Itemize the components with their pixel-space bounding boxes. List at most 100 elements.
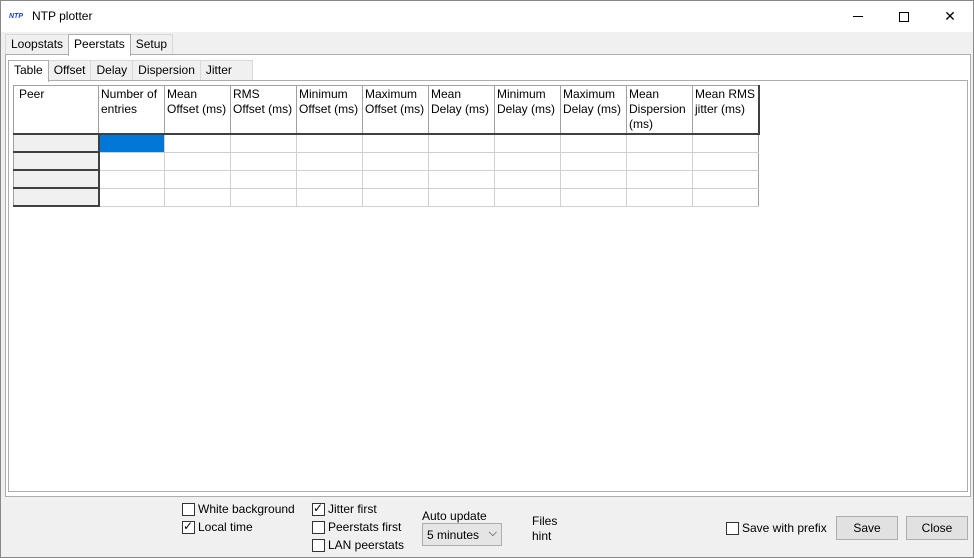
table-row <box>13 133 759 153</box>
table-cell[interactable] <box>494 169 561 189</box>
row-header[interactable] <box>13 151 100 171</box>
table-cell[interactable] <box>98 151 165 171</box>
table-cell[interactable] <box>626 169 693 189</box>
tab-peerstats[interactable]: Peerstats <box>68 34 131 56</box>
column-header-minimum-delay[interactable]: Minimum Delay (ms) <box>494 85 561 135</box>
column-header-rms-offset[interactable]: RMS Offset (ms) <box>230 85 297 135</box>
minimize-button[interactable] <box>835 1 881 32</box>
table-cell[interactable] <box>494 187 561 207</box>
inner-tab-strip: Table Offset Delay Dispersion Jitter <box>8 60 253 82</box>
row-header[interactable] <box>13 133 100 153</box>
column-header-mean-delay[interactable]: Mean Delay (ms) <box>428 85 495 135</box>
table-cell[interactable] <box>626 133 693 153</box>
table-cell[interactable] <box>230 151 297 171</box>
table-cell[interactable] <box>626 151 693 171</box>
table-cell[interactable] <box>560 169 627 189</box>
checkbox-icon <box>312 538 325 552</box>
row-header[interactable] <box>13 169 100 189</box>
table-cell[interactable] <box>164 133 231 153</box>
checkbox-icon <box>312 520 325 534</box>
table-cell[interactable] <box>494 151 561 171</box>
table-cell[interactable] <box>98 187 165 207</box>
table-cell[interactable] <box>296 187 363 207</box>
table-cell[interactable] <box>692 133 759 153</box>
lan-peerstats-checkbox[interactable]: LAN peerstats <box>312 537 404 553</box>
minimize-icon <box>853 16 863 17</box>
table-cell[interactable] <box>362 151 429 171</box>
table-cell[interactable] <box>560 187 627 207</box>
title-bar[interactable]: NTP NTP plotter ✕ <box>1 1 973 32</box>
table-cell[interactable] <box>296 133 363 153</box>
table-cell[interactable] <box>494 133 561 153</box>
column-header-maximum-delay[interactable]: Maximum Delay (ms) <box>560 85 627 135</box>
auto-update-value: 5 minutes <box>427 527 480 542</box>
column-header-mean-rms-jitter[interactable]: Mean RMS jitter (ms) <box>692 85 760 135</box>
table-cell[interactable] <box>692 187 759 207</box>
save-with-prefix-checkbox[interactable]: Save with prefix <box>726 520 827 536</box>
table-cell[interactable] <box>428 187 495 207</box>
auto-update-label: Auto update <box>422 509 487 523</box>
table-cell[interactable] <box>296 169 363 189</box>
tab-loopstats[interactable]: Loopstats <box>5 34 70 55</box>
table-cell[interactable] <box>692 169 759 189</box>
peerstats-panel: Table Offset Delay Dispersion Jitter Pee… <box>5 54 971 497</box>
table-cell[interactable] <box>230 133 297 153</box>
peer-stats-table: Peer Number of entries Mean Offset (ms) … <box>13 85 760 207</box>
local-time-checkbox[interactable]: Local time <box>182 519 253 535</box>
tab-jitter[interactable]: Jitter <box>199 60 253 81</box>
table-cell[interactable] <box>560 151 627 171</box>
table-cell[interactable] <box>428 151 495 171</box>
tab-setup[interactable]: Setup <box>129 34 174 55</box>
jitter-first-checkbox[interactable]: Jitter first <box>312 501 377 517</box>
table-panel: Peer Number of entries Mean Offset (ms) … <box>8 80 968 492</box>
table-cell[interactable] <box>98 169 165 189</box>
tab-offset[interactable]: Offset <box>47 60 92 81</box>
table-cell[interactable] <box>164 151 231 171</box>
window-title: NTP plotter <box>32 9 93 23</box>
column-header-mean-dispersion[interactable]: Mean Dispersion (ms) <box>626 85 693 135</box>
table-cell[interactable] <box>362 187 429 207</box>
table-cell[interactable] <box>230 187 297 207</box>
table-cell-selected[interactable] <box>98 133 165 153</box>
table-cell[interactable] <box>230 169 297 189</box>
table-cell[interactable] <box>428 133 495 153</box>
peerstats-first-checkbox[interactable]: Peerstats first <box>312 519 401 535</box>
close-window-button[interactable]: ✕ <box>927 1 973 32</box>
tab-dispersion[interactable]: Dispersion <box>132 60 201 81</box>
column-header-number-of-entries[interactable]: Number of entries <box>98 85 165 135</box>
auto-update-select[interactable]: 5 minutes ⌵ <box>422 523 502 546</box>
tab-table[interactable]: Table <box>8 60 49 82</box>
tab-delay[interactable]: Delay <box>90 60 134 81</box>
table-cell[interactable] <box>626 187 693 207</box>
table-cell[interactable] <box>692 151 759 171</box>
lan-peerstats-label: LAN peerstats <box>328 538 405 552</box>
table-cell[interactable] <box>164 187 231 207</box>
table-cell[interactable] <box>560 133 627 153</box>
table-row <box>13 151 759 171</box>
table-cell[interactable] <box>362 169 429 189</box>
table-row <box>13 169 759 189</box>
table-cell[interactable] <box>362 133 429 153</box>
table-row <box>13 187 759 207</box>
column-header-mean-offset[interactable]: Mean Offset (ms) <box>164 85 231 135</box>
maximize-icon <box>899 11 909 22</box>
jitter-first-label: Jitter first <box>328 502 377 516</box>
table-cell[interactable] <box>164 169 231 189</box>
checkbox-icon <box>182 502 195 516</box>
maximize-button[interactable] <box>881 1 927 32</box>
peer-stats-grid[interactable]: Peer Number of entries Mean Offset (ms) … <box>13 85 760 207</box>
table-cell[interactable] <box>428 169 495 189</box>
column-header-minimum-offset[interactable]: Minimum Offset (ms) <box>296 85 363 135</box>
checkbox-checked-icon <box>182 519 195 534</box>
column-header-peer[interactable]: Peer <box>13 85 99 135</box>
close-button[interactable]: Close <box>906 516 968 540</box>
white-background-checkbox[interactable]: White background <box>182 501 295 517</box>
table-cell[interactable] <box>296 151 363 171</box>
row-header[interactable] <box>13 187 100 207</box>
peerstats-first-label: Peerstats first <box>328 520 402 534</box>
files-hint-line2: hint <box>532 529 552 543</box>
checkbox-icon <box>726 521 739 535</box>
column-header-maximum-offset[interactable]: Maximum Offset (ms) <box>362 85 429 135</box>
save-button[interactable]: Save <box>836 516 898 540</box>
save-with-prefix-label: Save with prefix <box>742 521 827 535</box>
